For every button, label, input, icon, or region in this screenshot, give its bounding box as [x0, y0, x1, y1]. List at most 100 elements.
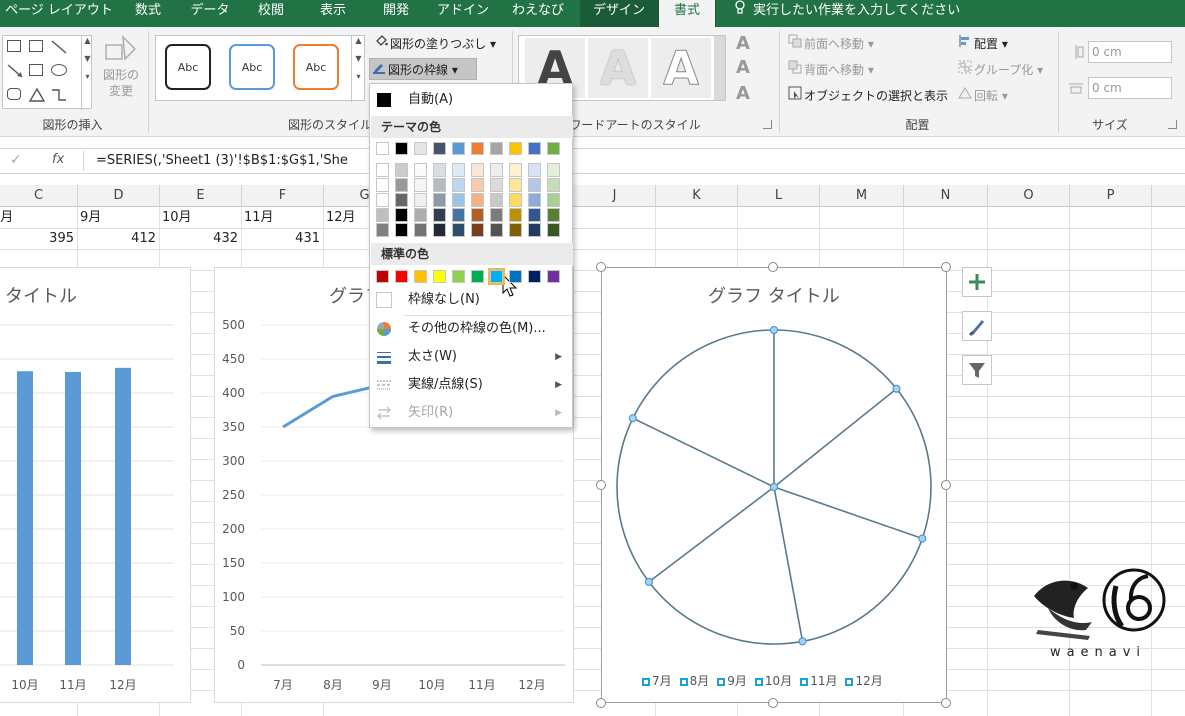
theme-color-swatch[interactable]	[547, 142, 560, 155]
theme-color-tint-swatch[interactable]	[452, 163, 465, 177]
chart-elements-button[interactable]	[962, 267, 992, 297]
theme-color-swatch[interactable]	[509, 142, 522, 155]
text-effects-icon[interactable]: A	[736, 83, 766, 104]
theme-color-swatch[interactable]	[433, 142, 446, 155]
tab-review[interactable]: 校閲	[242, 0, 300, 27]
resize-handle-s[interactable]	[768, 698, 778, 708]
shape-fill-button[interactable]: 図形の塗りつぶし ▾	[372, 33, 496, 55]
shape-style-gallery[interactable]: Abc Abc Abc ▲ ▼ ▾	[155, 35, 365, 102]
standard-color-swatch[interactable]	[452, 270, 465, 283]
column-header-d[interactable]: D	[78, 185, 160, 207]
theme-color-tint-swatch[interactable]	[376, 193, 389, 207]
cell-e1[interactable]: 10月	[162, 207, 192, 228]
cell-f2[interactable]: 431	[242, 228, 320, 249]
standard-color-swatch[interactable]	[528, 270, 541, 283]
theme-color-tint-swatch[interactable]	[471, 193, 484, 207]
theme-color-tint-swatch[interactable]	[433, 193, 446, 207]
shape-style-scroll[interactable]: ▲ ▼ ▾	[351, 36, 365, 102]
shape-width-input[interactable]: 0 cm	[1088, 77, 1172, 99]
pie-chart-legend[interactable]: 7月 8月 9月 10月 11月 12月	[642, 672, 891, 689]
theme-color-swatch[interactable]	[376, 142, 389, 155]
theme-color-tint-swatch[interactable]	[433, 178, 446, 192]
theme-color-swatch[interactable]	[471, 142, 484, 155]
theme-color-tint-swatch[interactable]	[490, 193, 503, 207]
selection-pane-button[interactable]: オブジェクトの選択と表示	[786, 85, 948, 107]
cell-d2[interactable]: 412	[78, 228, 156, 249]
no-outline-item[interactable]: 枠線なし(N)	[370, 287, 572, 313]
vertical-textbox-shape-icon[interactable]	[29, 40, 43, 52]
theme-color-tint-swatch[interactable]	[471, 163, 484, 177]
standard-color-swatch[interactable]	[509, 270, 522, 283]
tell-me-box[interactable]: 実行したい作業を入力してください	[733, 0, 960, 22]
legend-item[interactable]: 8月	[679, 672, 709, 689]
theme-color-tint-swatch[interactable]	[471, 208, 484, 222]
textbox-shape-icon[interactable]	[7, 40, 21, 52]
theme-color-tint-swatch[interactable]	[433, 223, 446, 237]
resize-handle-w[interactable]	[596, 480, 606, 490]
tab-developer[interactable]: 開発	[366, 0, 426, 27]
theme-color-swatch[interactable]	[452, 142, 465, 155]
theme-color-tint-swatch[interactable]	[547, 223, 560, 237]
theme-color-tint-swatch[interactable]	[528, 178, 541, 192]
cell-c2[interactable]: 395	[0, 228, 74, 249]
theme-color-tint-swatch[interactable]	[547, 208, 560, 222]
edit-shape-button[interactable]: 図形の 変更	[96, 35, 146, 109]
theme-color-tint-swatch[interactable]	[509, 208, 522, 222]
resize-handle-e[interactable]	[941, 480, 951, 490]
resize-handle-sw[interactable]	[596, 698, 606, 708]
theme-color-tint-swatch[interactable]	[509, 163, 522, 177]
cell-g1[interactable]: 12月	[326, 207, 356, 228]
shape-style-orange[interactable]: Abc	[293, 44, 339, 90]
chart-filters-button[interactable]	[962, 355, 992, 385]
theme-color-tint-swatch[interactable]	[414, 223, 427, 237]
theme-color-tint-swatch[interactable]	[509, 178, 522, 192]
elbow-connector-shape-icon[interactable]	[51, 88, 67, 102]
insert-function-icon[interactable]: fx	[52, 152, 64, 167]
theme-color-tint-swatch[interactable]	[490, 223, 503, 237]
column-header-f[interactable]: F	[242, 185, 324, 207]
size-dialog-launcher[interactable]	[1168, 120, 1177, 129]
group-button[interactable]: グループ化 ▾	[956, 59, 1043, 81]
theme-color-tint-swatch[interactable]	[471, 223, 484, 237]
tab-data[interactable]: データ	[178, 0, 242, 27]
theme-color-swatch[interactable]	[414, 142, 427, 155]
theme-color-tint-swatch[interactable]	[528, 163, 541, 177]
theme-color-tint-swatch[interactable]	[471, 178, 484, 192]
rounded-rect-shape-icon[interactable]	[7, 88, 21, 100]
shape-style-blue[interactable]: Abc	[229, 44, 275, 90]
theme-color-tint-swatch[interactable]	[528, 193, 541, 207]
theme-color-tint-swatch[interactable]	[414, 178, 427, 192]
theme-color-tint-swatch[interactable]	[376, 178, 389, 192]
cell-d1[interactable]: 9月	[80, 207, 101, 228]
theme-color-tint-swatch[interactable]	[547, 193, 560, 207]
shape-height-box[interactable]: 0 cm	[1066, 41, 1174, 63]
arrow-shape-icon[interactable]	[7, 64, 23, 78]
cell-c1[interactable]: 8月	[0, 207, 13, 228]
resize-handle-ne[interactable]	[941, 262, 951, 272]
legend-item[interactable]: 11月	[800, 672, 837, 689]
standard-color-swatch[interactable]	[376, 270, 389, 283]
bring-forward-button[interactable]: 前面へ移動 ▾	[786, 33, 874, 55]
theme-color-tint-swatch[interactable]	[452, 208, 465, 222]
rotate-button[interactable]: 回転 ▾	[956, 85, 1008, 107]
outline-weight-item[interactable]: 太さ(W) ▶	[370, 344, 572, 370]
wordart-style-light[interactable]: A	[588, 38, 648, 98]
theme-color-tint-swatch[interactable]	[433, 208, 446, 222]
chart-styles-button[interactable]	[962, 311, 992, 341]
rectangle-shape-icon[interactable]	[29, 64, 43, 76]
theme-color-tint-swatch[interactable]	[452, 178, 465, 192]
legend-item[interactable]: 7月	[642, 672, 672, 689]
outline-auto-item[interactable]: 自動(A)	[370, 87, 572, 113]
column-header-l[interactable]: L	[738, 185, 820, 207]
theme-color-swatch[interactable]	[490, 142, 503, 155]
theme-color-tint-swatch[interactable]	[433, 163, 446, 177]
wordart-dialog-launcher[interactable]	[763, 120, 772, 129]
oval-shape-icon[interactable]	[51, 64, 67, 76]
formula-input[interactable]: =SERIES(,'Sheet1 (3)'!$B$1:$G$1,'She	[96, 153, 348, 168]
column-header-c[interactable]: C	[0, 185, 78, 207]
line-shape-icon[interactable]	[51, 40, 67, 54]
pie-chart[interactable]: グラフ タイトル 7月 8月 9月 10月 11月 12月	[601, 267, 947, 703]
legend-item[interactable]: 10月	[754, 672, 792, 689]
column-header-e[interactable]: E	[160, 185, 242, 207]
shape-gallery-scroll[interactable]: ▲ ▼ ▾	[81, 36, 93, 110]
